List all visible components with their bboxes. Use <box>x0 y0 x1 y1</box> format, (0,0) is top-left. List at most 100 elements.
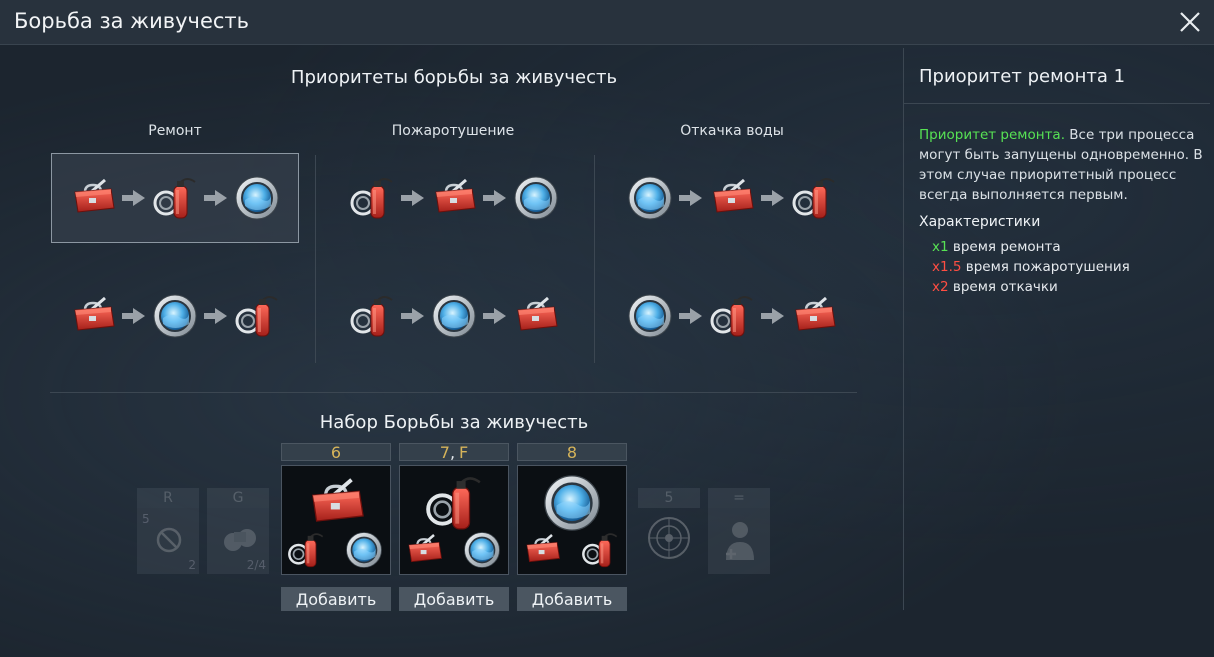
fire-extinguisher-icon <box>151 174 199 222</box>
arrow-right-icon <box>760 307 786 325</box>
toolbox-icon <box>305 472 367 534</box>
stat-firefighting: x1.5 время пожаротушения <box>932 259 1130 275</box>
add-button[interactable]: Добавить <box>281 587 391 611</box>
priorities-title: Приоритеты борьбы за живучесть <box>290 67 618 88</box>
slot-key: = <box>708 488 770 508</box>
fire-extinguisher-icon <box>580 530 620 570</box>
kit-card: 6 Добавить <box>281 443 391 611</box>
priorities-panel: Приоритеты борьбы за живучесть Ремонт По… <box>0 45 900 657</box>
kit-preview <box>399 465 509 575</box>
porthole-icon <box>430 292 478 340</box>
porthole-icon <box>462 530 502 570</box>
column-label-pumping: Откачка воды <box>680 123 784 139</box>
stat-label: время откачки <box>952 279 1058 295</box>
arrow-right-icon <box>203 189 229 207</box>
stat-pumping: x2 время откачки <box>932 279 1058 295</box>
kit-card: 8 Добавить <box>517 443 627 611</box>
hotkey-label: 7, F <box>399 443 509 462</box>
porthole-icon <box>626 292 674 340</box>
toolbox-icon <box>69 174 117 222</box>
info-title: Приоритет ремонта 1 <box>919 66 1126 87</box>
toolbox-icon <box>790 292 838 340</box>
ghost-slot-crew: = <box>708 488 770 574</box>
arrow-right-icon <box>760 189 786 207</box>
title-bar: Борьба за живучесть <box>0 0 1214 45</box>
ghost-slot-g: G 2/4 <box>207 488 269 574</box>
slot-count: 2 <box>188 558 196 572</box>
column-label-firefighting: Пожаротушение <box>391 123 515 139</box>
info-description: Приоритет ремонта. Все три процесса могу… <box>919 125 1204 205</box>
fire-extinguisher-icon <box>790 174 838 222</box>
kit-preview <box>281 465 391 575</box>
porthole-icon <box>233 174 281 222</box>
stat-multiplier: x2 <box>932 279 949 295</box>
fire-extinguisher-icon <box>348 292 396 340</box>
hotkey-separator: , <box>449 443 456 462</box>
column-label-repair: Ремонт <box>148 123 202 139</box>
priority-chain[interactable] <box>330 153 578 243</box>
slot-key: 5 <box>638 488 700 508</box>
stat-multiplier: x1 <box>932 239 949 255</box>
add-button[interactable]: Добавить <box>399 587 509 611</box>
fire-extinguisher-icon <box>708 292 756 340</box>
column-divider <box>315 155 316 363</box>
arrow-right-icon <box>678 307 704 325</box>
column-divider <box>594 155 595 363</box>
hotkey-main: 6 <box>330 443 342 462</box>
arrow-right-icon <box>121 189 147 207</box>
info-highlight: Приоритет ремонта. <box>919 127 1065 143</box>
priority-chain[interactable] <box>608 271 856 361</box>
section-divider <box>50 392 857 393</box>
ghost-slot-5: 5 <box>638 488 700 574</box>
close-button[interactable] <box>1174 6 1206 38</box>
radar-icon <box>648 517 690 559</box>
close-icon <box>1180 12 1200 32</box>
priority-chain[interactable] <box>330 271 578 361</box>
add-button[interactable]: Добавить <box>517 587 627 611</box>
porthole-icon <box>512 174 560 222</box>
fire-extinguisher-icon <box>286 530 326 570</box>
porthole-icon <box>541 472 603 534</box>
arrow-right-icon <box>678 189 704 207</box>
porthole-icon <box>344 530 384 570</box>
fire-extinguisher-icon <box>233 292 281 340</box>
hotkey-alt: F <box>459 443 469 462</box>
info-divider <box>904 103 1210 104</box>
porthole-icon <box>626 174 674 222</box>
kit-preview <box>517 465 627 575</box>
toolbox-icon <box>430 174 478 222</box>
priority-chain[interactable] <box>51 271 299 361</box>
stat-label: время ремонта <box>952 239 1061 255</box>
toolbox-icon <box>708 174 756 222</box>
stat-repair: x1 время ремонта <box>932 239 1061 255</box>
ghost-slot-r: R 5 2 <box>137 488 199 574</box>
priority-chain[interactable] <box>608 153 856 243</box>
toolbox-icon <box>512 292 560 340</box>
toolbox-icon <box>522 530 562 570</box>
window-title: Борьба за живучесть <box>14 9 250 33</box>
hotkey-label: 8 <box>517 443 627 462</box>
priority-chain[interactable] <box>51 153 299 243</box>
hotkey-main: 7 <box>439 443 450 462</box>
porthole-icon <box>151 292 199 340</box>
hotkey-label: 6 <box>281 443 391 462</box>
toolbox-icon <box>404 530 444 570</box>
binoculars-icon <box>224 529 256 551</box>
arrow-right-icon <box>482 307 508 325</box>
stat-multiplier: x1.5 <box>932 259 962 275</box>
stat-label: время пожаротушения <box>965 259 1130 275</box>
fire-extinguisher-icon <box>348 174 396 222</box>
hotkey-main: 8 <box>566 443 578 462</box>
slot-key: G <box>207 488 269 508</box>
kit-title: Набор Борьбы за живучесть <box>319 412 589 433</box>
slot-count: 5 <box>142 512 150 526</box>
kit-card: 7, F Добавить <box>399 443 509 611</box>
arrow-right-icon <box>482 189 508 207</box>
arrow-right-icon <box>400 307 426 325</box>
info-panel: Приоритет ремонта 1 Приоритет ремонта. В… <box>903 48 1214 610</box>
no-entry-icon <box>156 527 182 553</box>
arrow-right-icon <box>121 307 147 325</box>
toolbox-icon <box>69 292 117 340</box>
arrow-right-icon <box>400 189 426 207</box>
fire-extinguisher-icon <box>423 472 485 534</box>
